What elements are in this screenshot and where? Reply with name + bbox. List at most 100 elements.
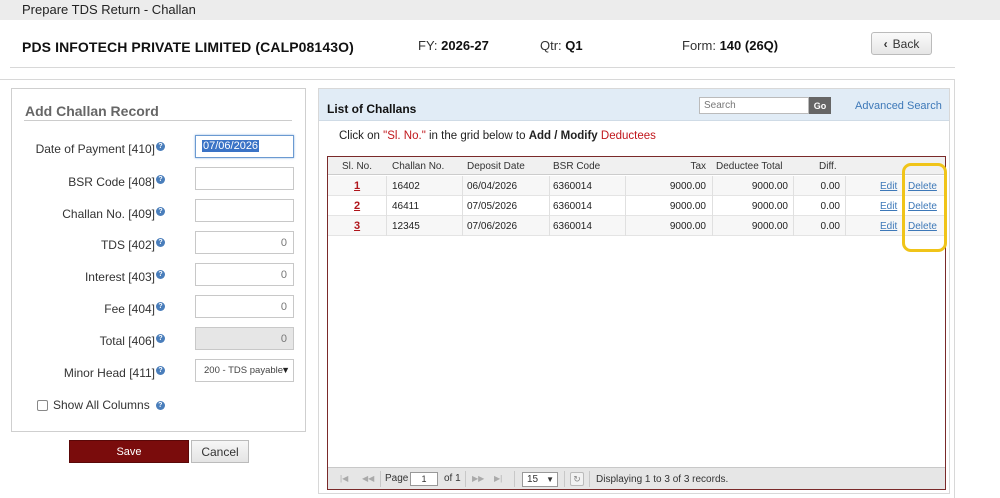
diff-cell: 0.00	[820, 201, 840, 212]
prev-page-icon[interactable]: ◀◀	[362, 474, 374, 483]
fy-value: 2026-27	[441, 38, 489, 53]
page-of-label: of 1	[444, 473, 461, 484]
help-icon[interactable]: ?	[156, 142, 165, 151]
bsr-code-cell: 6360014	[553, 221, 592, 232]
tax-cell: 9000.00	[669, 181, 706, 192]
qtr-label: Qtr:	[540, 38, 562, 53]
page-size-select[interactable]: 15 ▼	[522, 472, 558, 487]
col-challan-no[interactable]: Challan No.	[392, 161, 444, 172]
challan-list-panel: List of Challans Search Go Advanced Sear…	[318, 88, 950, 494]
chevron-left-icon: ‹	[883, 36, 888, 51]
col-deductee-total[interactable]: Deductee Total	[716, 161, 783, 172]
tax-cell: 9000.00	[669, 221, 706, 232]
tax-cell: 9000.00	[669, 201, 706, 212]
interest-input[interactable]: 0	[195, 263, 294, 286]
total-label: Total [406]?	[100, 334, 165, 348]
cancel-button[interactable]: Cancel	[191, 440, 249, 463]
window-titlebar: Prepare TDS Return - Challan	[0, 0, 1000, 20]
page-header: PDS INFOTECH PRIVATE LIMITED (CALP08143O…	[0, 20, 1000, 70]
challan-no-label: Challan No. [409]?	[62, 207, 165, 221]
minor-head-select[interactable]: 200 - TDS payable ▼	[195, 359, 294, 382]
table-row: 2 46411 07/05/2026 6360014 9000.00 9000.…	[328, 196, 945, 216]
search-input[interactable]: Search	[699, 97, 809, 114]
bsr-code-input[interactable]	[195, 167, 294, 190]
refresh-icon[interactable]: ↻	[570, 472, 584, 486]
delete-link[interactable]: Delete	[908, 181, 937, 192]
edit-link[interactable]: Edit	[880, 221, 897, 232]
edit-link[interactable]: Edit	[880, 201, 897, 212]
chevron-down-icon: ▼	[546, 475, 554, 484]
help-icon[interactable]: ?	[156, 334, 165, 343]
interest-label: Interest [403]?	[85, 270, 165, 284]
col-diff[interactable]: Diff.	[819, 161, 837, 172]
company-name: PDS INFOTECH PRIVATE LIMITED (CALP08143O…	[22, 39, 354, 55]
panel-title-divider	[24, 120, 292, 121]
col-bsr-code[interactable]: BSR Code	[553, 161, 600, 172]
back-button[interactable]: ‹ Back	[871, 32, 932, 55]
challan-no-input[interactable]	[195, 199, 294, 222]
list-title: List of Challans	[327, 102, 417, 116]
help-icon[interactable]: ?	[156, 270, 165, 279]
minor-head-label: Minor Head [411]?	[64, 366, 165, 380]
page-number-input[interactable]: 1	[410, 472, 438, 486]
help-icon[interactable]: ?	[155, 400, 165, 410]
show-all-columns-checkbox[interactable]	[37, 399, 48, 411]
sl-no-link[interactable]: 1	[354, 180, 360, 192]
edit-link[interactable]: Edit	[880, 181, 897, 192]
show-all-columns-label: Show All Columns	[53, 398, 150, 412]
date-of-payment-label: Date of Payment [410]?	[36, 142, 165, 156]
help-icon[interactable]: ?	[156, 366, 165, 375]
deductee-total-cell: 9000.00	[751, 181, 788, 192]
advanced-search-link[interactable]: Advanced Search	[855, 100, 942, 112]
help-icon[interactable]: ?	[156, 175, 165, 184]
page-label: Page	[385, 473, 409, 484]
challan-no-cell: 12345	[392, 221, 420, 232]
challan-no-cell: 16402	[392, 181, 420, 192]
first-page-icon[interactable]: |◀	[340, 474, 348, 483]
bsr-code-label: BSR Code [408]?	[68, 175, 165, 189]
challan-no-cell: 46411	[392, 201, 420, 212]
go-button[interactable]: Go	[809, 97, 831, 114]
form-info: Form: 140 (26Q)	[682, 38, 778, 53]
bsr-code-cell: 6360014	[553, 181, 592, 192]
next-page-icon[interactable]: ▶▶	[472, 474, 484, 483]
deposit-date-cell: 06/04/2026	[467, 181, 518, 192]
fy-info: FY: 2026-27	[418, 38, 489, 53]
sl-no-link[interactable]: 2	[354, 200, 360, 212]
table-row: 1 16402 06/04/2026 6360014 9000.00 9000.…	[328, 176, 945, 196]
grid-instruction: Click on "Sl. No." in the grid below to …	[339, 130, 656, 142]
fy-label: FY:	[418, 38, 438, 53]
save-button[interactable]: Save	[69, 440, 189, 463]
challan-grid: Sl. No. Challan No. Deposit Date BSR Cod…	[327, 156, 946, 490]
date-of-payment-input[interactable]: 07/06/2026	[195, 135, 294, 158]
col-deposit-date[interactable]: Deposit Date	[467, 161, 525, 172]
chevron-down-icon: ▼	[281, 365, 290, 375]
help-icon[interactable]: ?	[156, 207, 165, 216]
diff-cell: 0.00	[820, 181, 840, 192]
col-tax[interactable]: Tax	[668, 161, 706, 172]
back-button-label: Back	[892, 36, 920, 51]
delete-link[interactable]: Delete	[908, 201, 937, 212]
diff-cell: 0.00	[820, 221, 840, 232]
qtr-info: Qtr: Q1	[540, 38, 583, 53]
add-challan-panel: Add Challan Record Date of Payment [410]…	[11, 88, 306, 432]
deposit-date-cell: 07/05/2026	[467, 201, 518, 212]
grid-pager: |◀ ◀◀ Page 1 of 1 ▶▶ ▶| 15 ▼ ↻ Displaying…	[328, 467, 945, 489]
form-value: 140 (26Q)	[719, 38, 779, 53]
last-page-icon[interactable]: ▶|	[494, 474, 502, 483]
help-icon[interactable]: ?	[156, 238, 165, 247]
col-sl-no[interactable]: Sl. No.	[342, 161, 372, 172]
show-all-columns[interactable]: Show All Columns ?	[37, 398, 165, 412]
fee-label: Fee [404]?	[104, 302, 165, 316]
tds-input[interactable]: 0	[195, 231, 294, 254]
list-header: List of Challans Search Go Advanced Sear…	[319, 89, 949, 121]
deductee-total-cell: 9000.00	[751, 201, 788, 212]
sl-no-link[interactable]: 3	[354, 220, 360, 232]
header-divider	[10, 67, 955, 68]
total-input: 0	[195, 327, 294, 350]
help-icon[interactable]: ?	[156, 302, 165, 311]
fee-input[interactable]: 0	[195, 295, 294, 318]
delete-link[interactable]: Delete	[908, 221, 937, 232]
panel-title: Add Challan Record	[25, 103, 159, 119]
bsr-code-cell: 6360014	[553, 201, 592, 212]
